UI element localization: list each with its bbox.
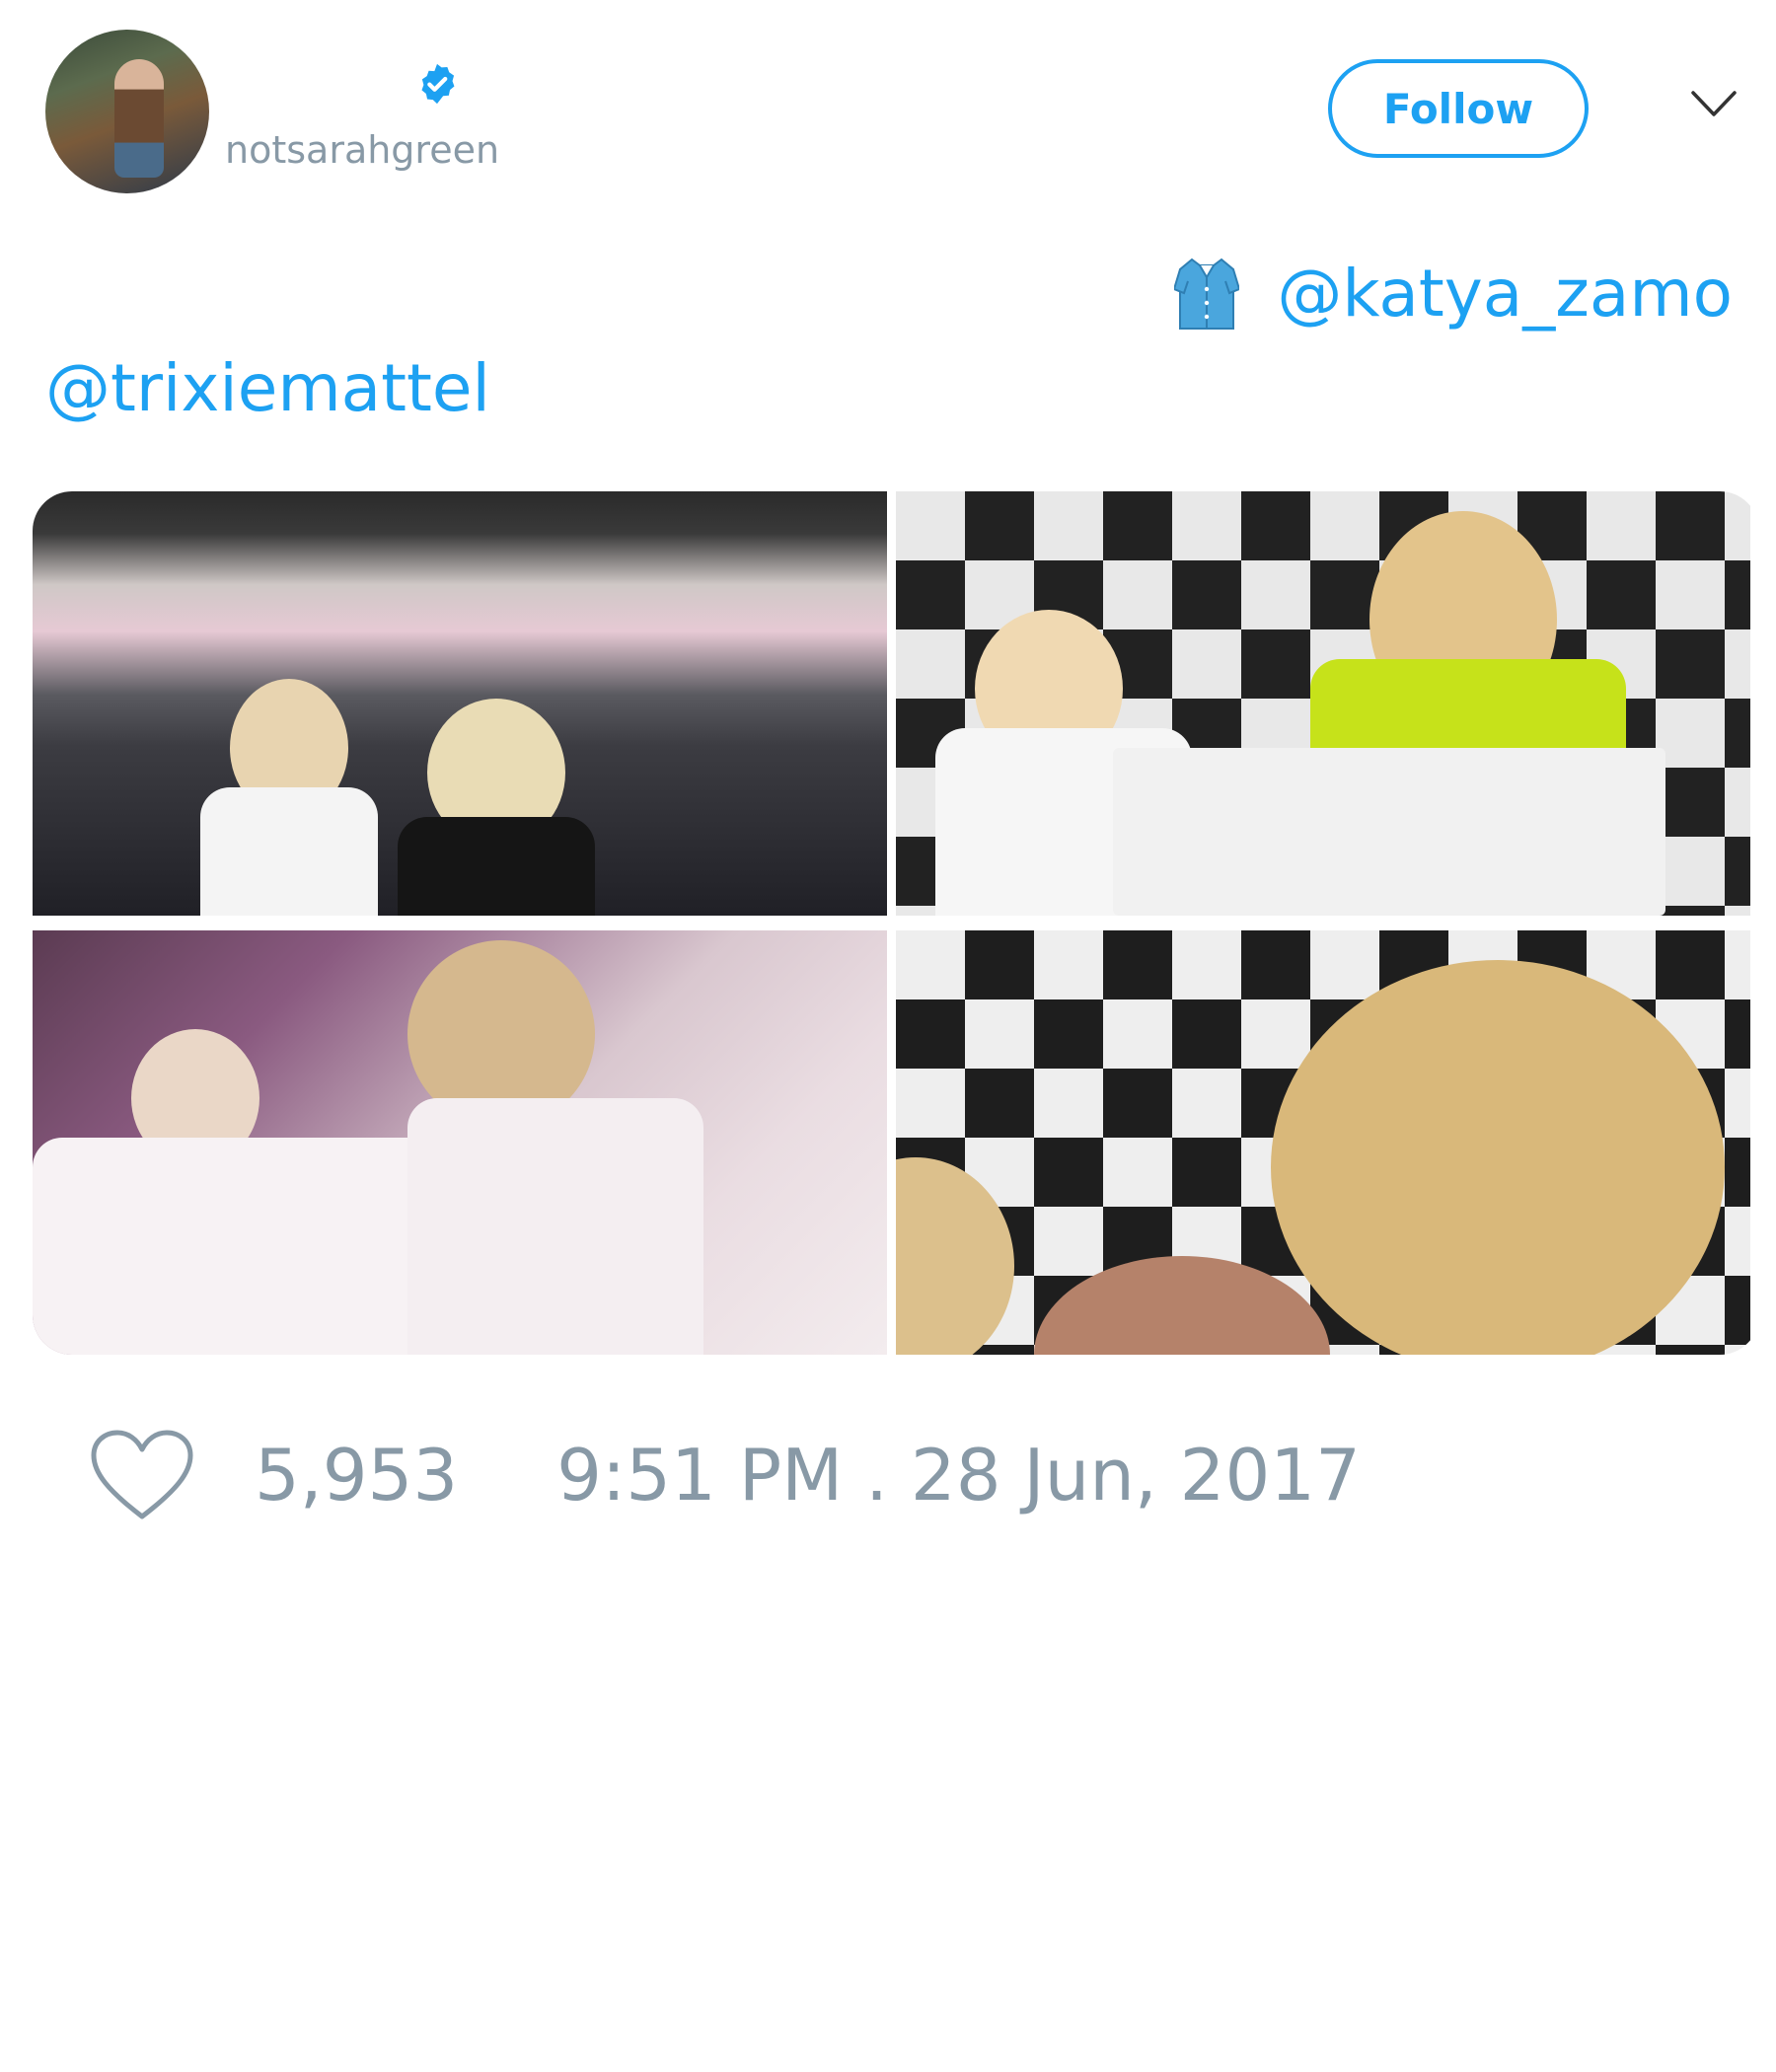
shirt-icon <box>1174 258 1240 330</box>
user-handle[interactable]: notsarahgreen <box>225 128 499 172</box>
verified-badge-icon <box>421 63 455 105</box>
avatar[interactable] <box>45 30 209 193</box>
tweet-text: @katya_zamo @trixiemattel <box>45 247 1733 436</box>
tweet-footer: 5,953 9:51 PM . 28 Jun, 2017 <box>89 1426 1361 1524</box>
tweet-photo[interactable] <box>33 491 887 916</box>
avatar-figure <box>114 59 164 178</box>
like-count: 5,953 <box>255 1434 459 1517</box>
follow-button[interactable]: Follow <box>1328 59 1589 158</box>
tweet-photo[interactable] <box>896 491 1750 916</box>
media-grid <box>33 491 1759 1355</box>
tweet-timestamp[interactable]: 9:51 PM . 28 Jun, 2017 <box>556 1434 1361 1517</box>
mention-link[interactable]: @katya_zamo <box>1277 247 1733 341</box>
heart-icon[interactable] <box>89 1428 195 1522</box>
chevron-down-icon[interactable] <box>1689 87 1739 120</box>
mention-link[interactable]: @trixiemattel <box>45 350 490 426</box>
tweet-photo[interactable] <box>896 930 1750 1355</box>
tweet-photo[interactable] <box>33 930 887 1355</box>
